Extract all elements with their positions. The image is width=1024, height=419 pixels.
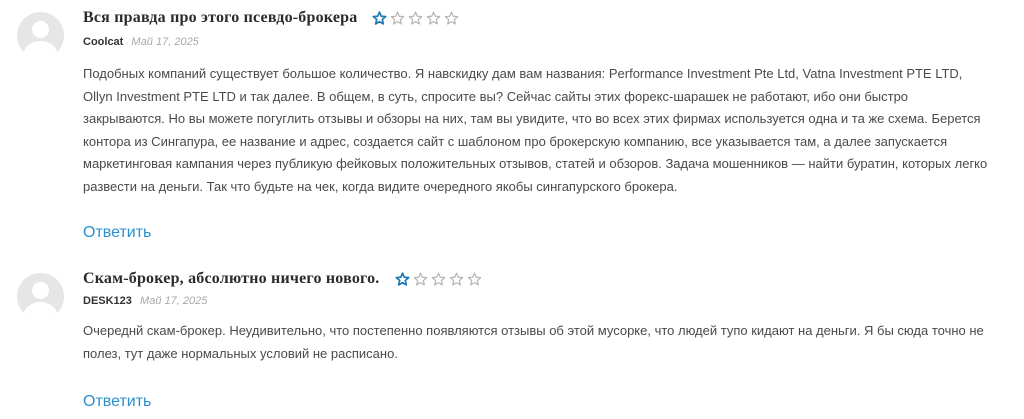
review-text: Подобных компаний существует большое кол… <box>83 66 988 194</box>
star-filled-icon <box>394 271 410 286</box>
star-rating <box>372 10 459 26</box>
avatar <box>17 273 64 320</box>
star-empty-icon <box>391 11 405 25</box>
review-title: Вся правда про этого псевдо-брокера <box>83 9 358 26</box>
avatar <box>17 12 64 59</box>
star-empty-icon <box>409 11 423 25</box>
star-empty-icon <box>467 272 481 286</box>
review-text: Очереднй скам-брокер. Неудивительно, что… <box>83 323 984 361</box>
review-title: Скам-брокер, абсолютно ничего нового. <box>83 270 380 287</box>
star-filled-icon <box>372 10 387 25</box>
review-meta: DESK123 Май 17, 2025 <box>83 295 207 307</box>
review-meta: Coolcat Май 17, 2025 <box>83 36 199 48</box>
star-empty-icon <box>427 11 441 25</box>
star-empty-icon <box>431 272 445 286</box>
reply-button[interactable]: Ответить <box>83 393 151 411</box>
review-date: Май 17, 2025 <box>131 36 199 48</box>
review-author: DESK123 <box>83 295 132 307</box>
star-empty-icon <box>413 272 427 286</box>
review-author: Coolcat <box>83 36 124 48</box>
review-date: Май 17, 2025 <box>139 295 208 307</box>
star-empty-icon <box>445 11 459 25</box>
star-rating <box>394 271 482 287</box>
reply-button[interactable]: Ответить <box>83 224 151 242</box>
star-empty-icon <box>449 272 463 286</box>
